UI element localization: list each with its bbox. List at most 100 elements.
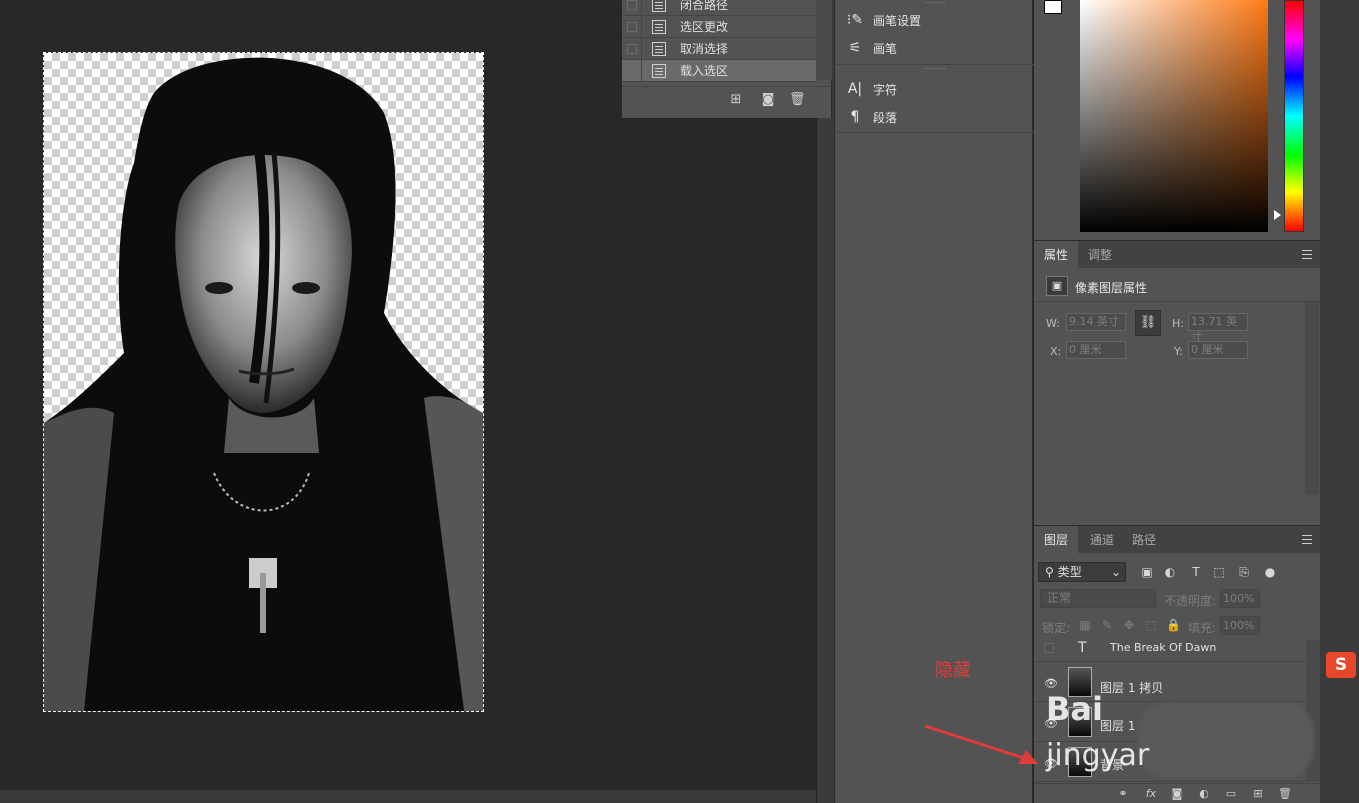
layer-visibility-toggle[interactable] (1044, 643, 1054, 653)
watermark-jingyan: jingyar (1046, 738, 1150, 773)
filter-adjustment-icon[interactable]: ◐ (1162, 564, 1178, 580)
brush-settings-icon: ⁝✎ (846, 12, 864, 28)
y-field[interactable]: 0 厘米 (1188, 341, 1248, 359)
tab-layers[interactable]: 图层 (1034, 526, 1079, 554)
brush-button[interactable]: ⚟ 画笔 (845, 37, 897, 59)
trash-icon[interactable]: 🗑 (789, 92, 806, 108)
layer-row-text[interactable]: T The Break Of Dawn (1034, 638, 1306, 662)
x-field[interactable]: 0 厘米 (1066, 341, 1126, 359)
pixel-layer-icon: ▣ (1046, 276, 1068, 296)
color-saturation-field[interactable] (1080, 0, 1268, 232)
actions-panel: 闭合路径 选区更改 取消选择 载入选区 ⊞ ◙ 🗑 (622, 0, 832, 118)
fx-icon[interactable]: fx (1144, 787, 1158, 801)
layer-filter-select[interactable]: ⚲ 类型 ⌄ (1038, 562, 1126, 582)
annotation-label: 隐藏 (935, 660, 971, 681)
lock-label: 锁定: (1042, 621, 1071, 635)
hue-slider-marker[interactable] (1274, 210, 1281, 220)
layer-name: The Break Of Dawn (1110, 641, 1217, 654)
paragraph-button[interactable]: ¶ 段落 (845, 106, 897, 128)
canvas-hscrollbar[interactable] (0, 790, 816, 803)
link-layers-icon[interactable]: ⚭ (1116, 787, 1130, 801)
lock-artboard-icon[interactable]: ⬚ (1144, 618, 1158, 632)
panel-grip[interactable] (925, 2, 945, 5)
blurred-watermark-region (1138, 702, 1314, 778)
opacity-field[interactable]: 100% (1220, 589, 1260, 608)
height-label: H: (1172, 317, 1184, 330)
panel-grip[interactable] (925, 68, 945, 71)
tab-paths[interactable]: 路径 (1122, 526, 1166, 554)
tab-properties[interactable]: 属性 (1034, 241, 1079, 269)
character-icon: A| (847, 81, 863, 97)
filter-pixel-icon[interactable]: ▣ (1139, 564, 1155, 580)
blend-mode-select[interactable]: 正常 (1040, 589, 1156, 608)
x-label: X: (1050, 345, 1062, 358)
filter-smart-object-icon[interactable]: ⎘ (1236, 564, 1252, 580)
brush-settings-button[interactable]: ⁝✎ 画笔设置 (845, 9, 921, 31)
filter-type-icon[interactable]: T (1188, 564, 1204, 580)
sogou-ime-icon[interactable]: S (1326, 652, 1356, 678)
action-step-icon (652, 63, 666, 78)
delete-layer-icon[interactable]: 🗑 (1278, 787, 1292, 801)
chevron-down-icon: ⌄ (1110, 565, 1121, 579)
panel-menu-icon[interactable] (1302, 250, 1312, 259)
hue-slider[interactable] (1284, 0, 1304, 232)
right-edge (1320, 0, 1359, 803)
action-step-icon (652, 41, 666, 56)
action-label: 闭合路径 (680, 0, 729, 12)
action-toggle-checkbox[interactable] (622, 59, 642, 82)
link-dimensions-icon[interactable]: ⛓ (1135, 310, 1161, 336)
divider (835, 132, 1034, 133)
fill-field[interactable]: 100% (1220, 616, 1260, 635)
layers-tabbar: 图层 通道 路径 (1034, 525, 1320, 554)
properties-title: 像素图层属性 (1075, 281, 1148, 295)
canvas-vscrollbar[interactable] (816, 0, 834, 803)
action-item[interactable]: 取消选择 (622, 37, 816, 60)
filter-toggle-icon[interactable]: ● (1262, 564, 1278, 580)
document-canvas[interactable] (43, 52, 484, 712)
paragraph-icon: ¶ (850, 109, 860, 125)
layer-filter-value: 类型 (1057, 565, 1082, 579)
action-item[interactable]: 选区更改 (622, 15, 816, 38)
eye-icon[interactable]: 👁 (1044, 677, 1058, 691)
brush-settings-label: 画笔设置 (873, 13, 922, 28)
camera-icon[interactable]: ◙ (760, 92, 776, 108)
brush-label: 画笔 (873, 41, 898, 56)
action-toggle-checkbox[interactable] (622, 37, 642, 60)
layer-name: 图层 1 (1100, 719, 1136, 733)
panel-menu-icon[interactable] (1302, 535, 1312, 544)
action-toggle-checkbox[interactable] (622, 0, 642, 16)
action-toggle-checkbox[interactable] (622, 15, 642, 38)
new-action-icon[interactable]: ⊞ (728, 92, 744, 108)
tab-adjustments[interactable]: 调整 (1078, 241, 1122, 269)
properties-scrollbar[interactable] (1305, 302, 1319, 494)
adjustment-layer-icon[interactable]: ◐ (1197, 787, 1211, 801)
action-label: 取消选择 (680, 42, 729, 56)
lock-all-icon[interactable]: 🔒 (1166, 618, 1181, 632)
divider (835, 64, 1034, 65)
height-field[interactable]: 13.71 英寸 (1188, 313, 1248, 344)
search-icon: ⚲ (1045, 565, 1058, 579)
lock-move-icon[interactable]: ✥ (1122, 618, 1136, 632)
action-step-icon (652, 0, 666, 12)
properties-tabbar: 属性 调整 (1034, 240, 1320, 269)
lock-brush-icon[interactable]: ✎ (1100, 618, 1114, 632)
tab-channels[interactable]: 通道 (1080, 526, 1124, 554)
new-group-icon[interactable]: ▭ (1224, 787, 1238, 801)
y-label: Y: (1174, 345, 1183, 358)
character-button[interactable]: A| 字符 (845, 78, 897, 100)
watermark-baidu: Bai (1046, 690, 1103, 728)
action-step-icon (652, 19, 666, 34)
foreground-color-swatch[interactable] (1044, 0, 1062, 14)
paragraph-label: 段落 (873, 110, 898, 125)
portrait-image (44, 57, 483, 711)
action-item[interactable]: 闭合路径 (622, 0, 816, 16)
add-mask-icon[interactable]: ◙ (1170, 787, 1184, 801)
character-label: 字符 (873, 82, 898, 97)
action-item-selected[interactable]: 载入选区 (622, 59, 816, 82)
filter-shape-icon[interactable]: ⬚ (1211, 564, 1227, 580)
action-label: 载入选区 (680, 64, 729, 78)
width-field[interactable]: 9.14 英寸 (1066, 313, 1126, 331)
new-layer-icon[interactable]: ⊞ (1251, 787, 1265, 801)
actions-scrollbar[interactable] (816, 0, 832, 80)
lock-transparent-icon[interactable]: ▦ (1078, 618, 1092, 632)
